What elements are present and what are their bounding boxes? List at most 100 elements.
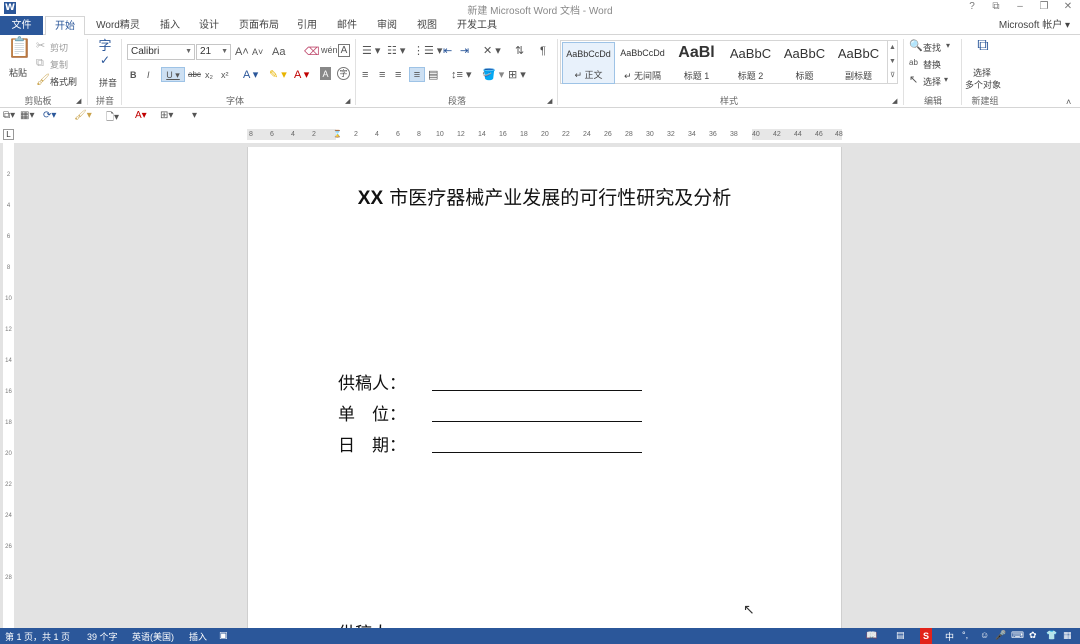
close-button[interactable]: ✕: [1062, 1, 1074, 12]
document-icon[interactable]: 🗋▾: [106, 110, 119, 127]
field-contributor-label[interactable]: 供稿人：: [338, 369, 406, 394]
field-date-label[interactable]: 日 期：: [338, 431, 406, 456]
voice-icon[interactable]: 🎤: [995, 630, 1006, 641]
tab-file[interactable]: 文件: [0, 16, 43, 35]
tab-references[interactable]: 引用: [290, 16, 324, 35]
chinese-layout-icon[interactable]: ✕ ▾: [483, 44, 501, 58]
tab-design[interactable]: 设计: [192, 16, 226, 35]
punctuation-icon[interactable]: °,: [962, 630, 968, 640]
emoji-icon[interactable]: ☺: [980, 630, 989, 640]
sogou-ime-icon[interactable]: S: [920, 628, 933, 644]
font-name-box[interactable]: Calibri ▼: [127, 44, 195, 60]
ribbon-display-button[interactable]: ⧉: [990, 1, 1002, 12]
sort-icon[interactable]: ⇅: [515, 44, 524, 58]
grow-font-icon[interactable]: A˄: [235, 45, 249, 59]
tab-view[interactable]: 视图: [410, 16, 444, 35]
read-mode-icon[interactable]: 📖: [866, 630, 877, 641]
tab-home[interactable]: 开始: [45, 16, 85, 36]
find-button[interactable]: 查找: [923, 41, 941, 54]
paragraph-launcher-icon[interactable]: ◢: [547, 95, 552, 109]
restore-button[interactable]: ❐: [1038, 1, 1050, 12]
table-icon[interactable]: ▦▾: [20, 110, 34, 121]
style-no-spacing[interactable]: AaBbCcDd ↵ 无间隔: [616, 42, 669, 84]
vertical-ruler[interactable]: 2 4 6 8 10 12 14 16 18 20 22 24 26 28: [3, 143, 14, 628]
font-launcher-icon[interactable]: ◢: [345, 95, 350, 109]
tab-insert[interactable]: 插入: [153, 16, 187, 35]
italic-icon[interactable]: I: [147, 68, 150, 82]
change-case-icon[interactable]: Aa: [272, 45, 285, 59]
bullets-icon[interactable]: ☰ ▾: [362, 44, 380, 58]
document-title[interactable]: XX 市医疗器械产业发展的可行性研究及分析: [248, 183, 841, 210]
select-button[interactable]: 选择: [923, 75, 941, 88]
paste-icon[interactable]: 📋: [7, 38, 32, 58]
line-spacing-icon[interactable]: ↕≡ ▾: [451, 68, 472, 82]
style-normal[interactable]: AaBbCcDd ↵ 正文: [562, 42, 615, 84]
show-marks-icon[interactable]: ¶: [540, 44, 546, 58]
find-icon[interactable]: 🔍: [909, 39, 923, 53]
chevron-down-icon[interactable]: ▾: [944, 73, 948, 87]
enclose-characters-icon[interactable]: 字: [337, 67, 350, 80]
distributed-icon[interactable]: ▤: [428, 68, 438, 82]
minimize-button[interactable]: –: [1014, 1, 1026, 12]
shading-icon[interactable]: 🪣 ▾: [482, 68, 504, 82]
field-contributor-line[interactable]: [432, 390, 642, 391]
clipboard-launcher-icon[interactable]: ◢: [76, 95, 81, 109]
keyboard-icon[interactable]: ⌨: [1011, 630, 1024, 641]
help-button[interactable]: ?: [966, 1, 978, 12]
increase-indent-icon[interactable]: ⇥: [460, 44, 469, 58]
align-left-icon[interactable]: ≡: [362, 68, 368, 82]
numbering-icon[interactable]: ☷ ▾: [387, 44, 405, 58]
style-heading-2[interactable]: AaBbC 标题 2: [724, 42, 777, 84]
format-painter-icon[interactable]: 🖌: [36, 73, 50, 87]
styles-launcher-icon[interactable]: ◢: [892, 95, 897, 109]
next-paragraph-text[interactable]: 供稿人: [338, 619, 389, 628]
indent-marker-icon[interactable]: ⌛: [333, 129, 342, 140]
clear-formatting-icon[interactable]: ⌫: [304, 45, 320, 59]
character-shading-icon[interactable]: A: [320, 67, 331, 80]
layout-icon[interactable]: ⧉▾: [3, 110, 15, 121]
style-subtitle[interactable]: AaBbC 副标题: [832, 42, 885, 84]
styles-gallery-scroll[interactable]: ▲ ▼ ⊽: [887, 41, 897, 83]
tab-review[interactable]: 审阅: [370, 16, 404, 35]
field-date-line[interactable]: [432, 452, 642, 453]
shrink-font-icon[interactable]: A˅: [252, 45, 263, 59]
ime-chinese-icon[interactable]: 中: [945, 630, 954, 643]
tab-mailings[interactable]: 邮件: [330, 16, 364, 35]
replace-button[interactable]: 替换: [923, 58, 941, 71]
copy-button[interactable]: 复制: [50, 58, 68, 71]
language-indicator[interactable]: 英语(美国): [132, 630, 174, 643]
grid-icon[interactable]: ▦: [1063, 630, 1072, 641]
decrease-indent-icon[interactable]: ⇤: [443, 44, 452, 58]
cut-icon[interactable]: ✂: [36, 39, 45, 53]
select-objects-line2[interactable]: 多个对象: [965, 78, 1001, 91]
highlight-icon[interactable]: ✎ ▾: [269, 68, 287, 82]
align-center-icon[interactable]: ≡: [379, 68, 385, 82]
skin-icon[interactable]: 👕: [1046, 630, 1057, 641]
word-count[interactable]: 39 个字: [87, 630, 118, 643]
strikethrough-icon[interactable]: abc: [188, 68, 201, 82]
text-effects-icon[interactable]: A ▾: [243, 68, 258, 82]
border-qat-icon[interactable]: ⊞▾: [160, 110, 173, 121]
tab-page-layout[interactable]: 页面布局: [234, 16, 284, 35]
tab-developer[interactable]: 开发工具: [450, 16, 504, 35]
toolbox-icon[interactable]: ✿: [1029, 630, 1037, 641]
format-painter-button[interactable]: 格式刷: [50, 75, 77, 88]
multilevel-list-icon[interactable]: ⋮☰ ▾: [413, 44, 442, 58]
field-unit-line[interactable]: [432, 421, 642, 422]
shapes-icon[interactable]: ⟳▾: [43, 110, 56, 121]
cut-button[interactable]: 剪切: [50, 41, 68, 54]
macro-icon[interactable]: ▣: [219, 630, 228, 641]
select-objects-icon[interactable]: ⧉: [972, 38, 994, 54]
horizontal-ruler[interactable]: 8 6 4 2 ⌛ 2 4 6 8 10 12 14 16 18 20 22 2…: [247, 129, 843, 140]
collapse-ribbon-icon[interactable]: ˄: [1066, 95, 1071, 109]
painter-icon[interactable]: 🖌▾: [74, 110, 92, 121]
borders-icon[interactable]: ⊞ ▾: [508, 68, 526, 82]
style-title[interactable]: AaBbC 标题: [778, 42, 831, 84]
font-color-icon[interactable]: A ▾: [294, 68, 309, 82]
print-layout-icon[interactable]: ▤: [896, 630, 905, 641]
customize-qat-icon[interactable]: ▾: [192, 110, 197, 121]
tab-selector-icon[interactable]: L: [3, 129, 14, 140]
superscript-icon[interactable]: x²: [221, 68, 229, 82]
pinyin-icon[interactable]: 字: [94, 39, 116, 53]
pinyin-button[interactable]: 拼音: [99, 76, 117, 89]
